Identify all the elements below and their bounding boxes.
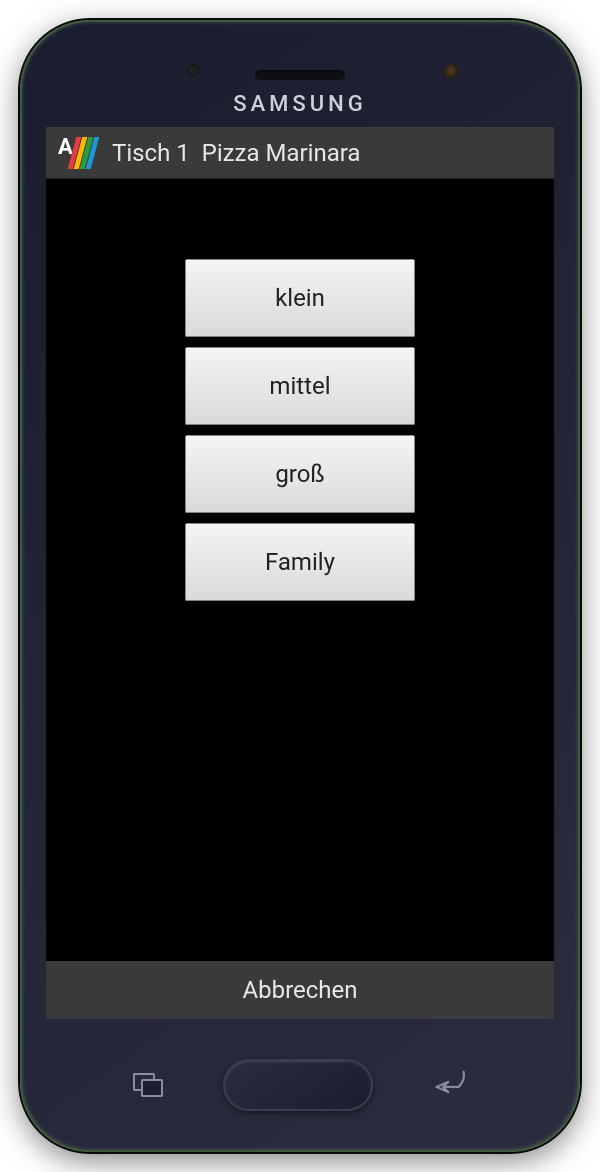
size-option-gross[interactable]: groß xyxy=(185,435,415,513)
home-button[interactable] xyxy=(223,1059,373,1111)
size-option-klein[interactable]: klein xyxy=(185,259,415,337)
size-option-label: mittel xyxy=(269,372,330,400)
size-option-label: Family xyxy=(265,548,335,576)
cancel-label: Abbrechen xyxy=(242,976,357,1004)
size-option-label: groß xyxy=(275,460,324,488)
item-label: Pizza Marinara xyxy=(202,139,361,167)
phone-nav-bar xyxy=(22,1019,578,1150)
phone-top-bezel: SAMSUNG xyxy=(22,22,578,127)
device-brand-label: SAMSUNG xyxy=(22,92,578,117)
front-camera-icon xyxy=(187,64,199,76)
app-logo-icon: A xyxy=(58,135,98,171)
size-option-family[interactable]: Family xyxy=(185,523,415,601)
app-header: A Tisch 1 Pizza Marinara xyxy=(46,127,554,179)
size-option-label: klein xyxy=(275,284,325,312)
size-selection-panel: klein mittel groß Family xyxy=(46,179,554,961)
phone-frame: SAMSUNG A Tisch 1 Pizza Marinara klein xyxy=(20,20,580,1152)
table-label: Tisch 1 xyxy=(112,139,190,167)
back-button[interactable] xyxy=(433,1067,467,1102)
app-screen: A Tisch 1 Pizza Marinara klein mittel xyxy=(46,127,554,1019)
header-title: Tisch 1 Pizza Marinara xyxy=(112,139,360,167)
size-option-mittel[interactable]: mittel xyxy=(185,347,415,425)
speaker-grille-icon xyxy=(255,70,345,80)
recent-apps-button[interactable] xyxy=(133,1073,163,1097)
recent-apps-icon xyxy=(133,1073,163,1097)
sensor-icon xyxy=(444,64,458,78)
cancel-button[interactable]: Abbrechen xyxy=(46,961,554,1019)
back-arrow-icon xyxy=(433,1067,467,1095)
